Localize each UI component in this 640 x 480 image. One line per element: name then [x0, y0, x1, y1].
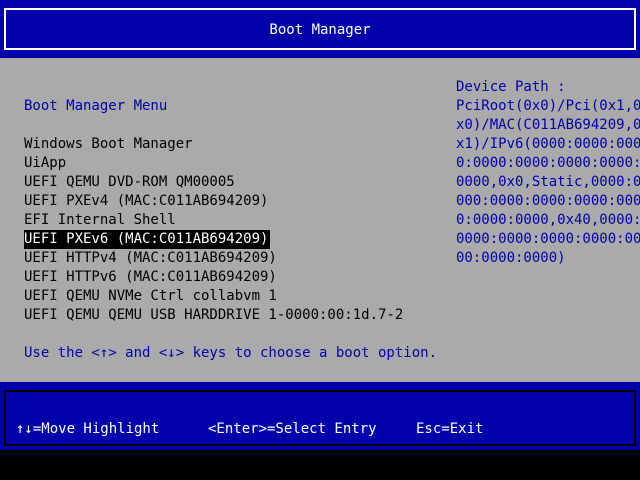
device-path-label: Device Path :: [456, 79, 566, 95]
boot-option-httpv4[interactable]: UEFI HTTPv4 (MAC:C011AB694209): [24, 249, 403, 268]
main-panel: Boot Manager Menu Windows Boot Manager U…: [0, 58, 640, 382]
device-path-line: PciRoot(0x0)/Pci(0x1,0: [456, 98, 640, 114]
device-path-panel: Device Path : PciRoot(0x0)/Pci(0x1,0 x0)…: [456, 78, 640, 268]
boot-option-list: Windows Boot Manager UiApp UEFI QEMU DVD…: [24, 135, 403, 325]
boot-option-pxev4[interactable]: UEFI PXEv4 (MAC:C011AB694209): [24, 192, 403, 211]
boot-option-usb-harddrive[interactable]: UEFI QEMU QEMU USB HARDDRIVE 1-0000:00:1…: [24, 306, 403, 325]
boot-option-pxev6-selected[interactable]: UEFI PXEv6 (MAC:C011AB694209): [24, 230, 403, 249]
device-path-line: 0000,0x0,Static,0000:0: [456, 174, 640, 190]
navigation-hint: Use the <↑> and <↓> keys to choose a boo…: [24, 345, 438, 361]
boot-option-uiapp[interactable]: UiApp: [24, 154, 403, 173]
boot-option-nvme[interactable]: UEFI QEMU NVMe Ctrl collabvm 1: [24, 287, 403, 306]
screen-bottom: [0, 450, 640, 480]
device-path-line: 000:0000:0000:0000:000: [456, 193, 640, 209]
exit-hint: Esc=Exit: [416, 421, 484, 437]
boot-option-windows-boot-manager[interactable]: Windows Boot Manager: [24, 135, 403, 154]
device-path-line: 0:0000:0000,0x40,0000:: [456, 212, 640, 228]
device-path-line: x0)/MAC(C011AB694209,0: [456, 117, 640, 133]
menu-title: Boot Manager Menu: [24, 98, 168, 114]
device-path-line: 0000:0000:0000:0000:00: [456, 231, 640, 247]
footer-bar: ↑↓=Move Highlight <Enter>=Select Entry E…: [0, 382, 640, 450]
boot-option-httpv6[interactable]: UEFI HTTPv6 (MAC:C011AB694209): [24, 268, 403, 287]
page-title: Boot Manager: [269, 22, 371, 38]
header-bar: Boot Manager: [0, 0, 640, 58]
device-path-line: 0:0000:0000:0000:0000:: [456, 155, 640, 171]
device-path-line: x1)/IPv6(0000:0000:000: [456, 136, 640, 152]
select-entry-hint: <Enter>=Select Entry: [208, 421, 377, 437]
move-highlight-hint: ↑↓=Move Highlight: [16, 421, 160, 437]
device-path-line: 00:0000:0000): [456, 250, 566, 266]
boot-option-qemu-dvd-rom[interactable]: UEFI QEMU DVD-ROM QM00005: [24, 173, 403, 192]
boot-option-efi-internal-shell[interactable]: EFI Internal Shell: [24, 211, 403, 230]
